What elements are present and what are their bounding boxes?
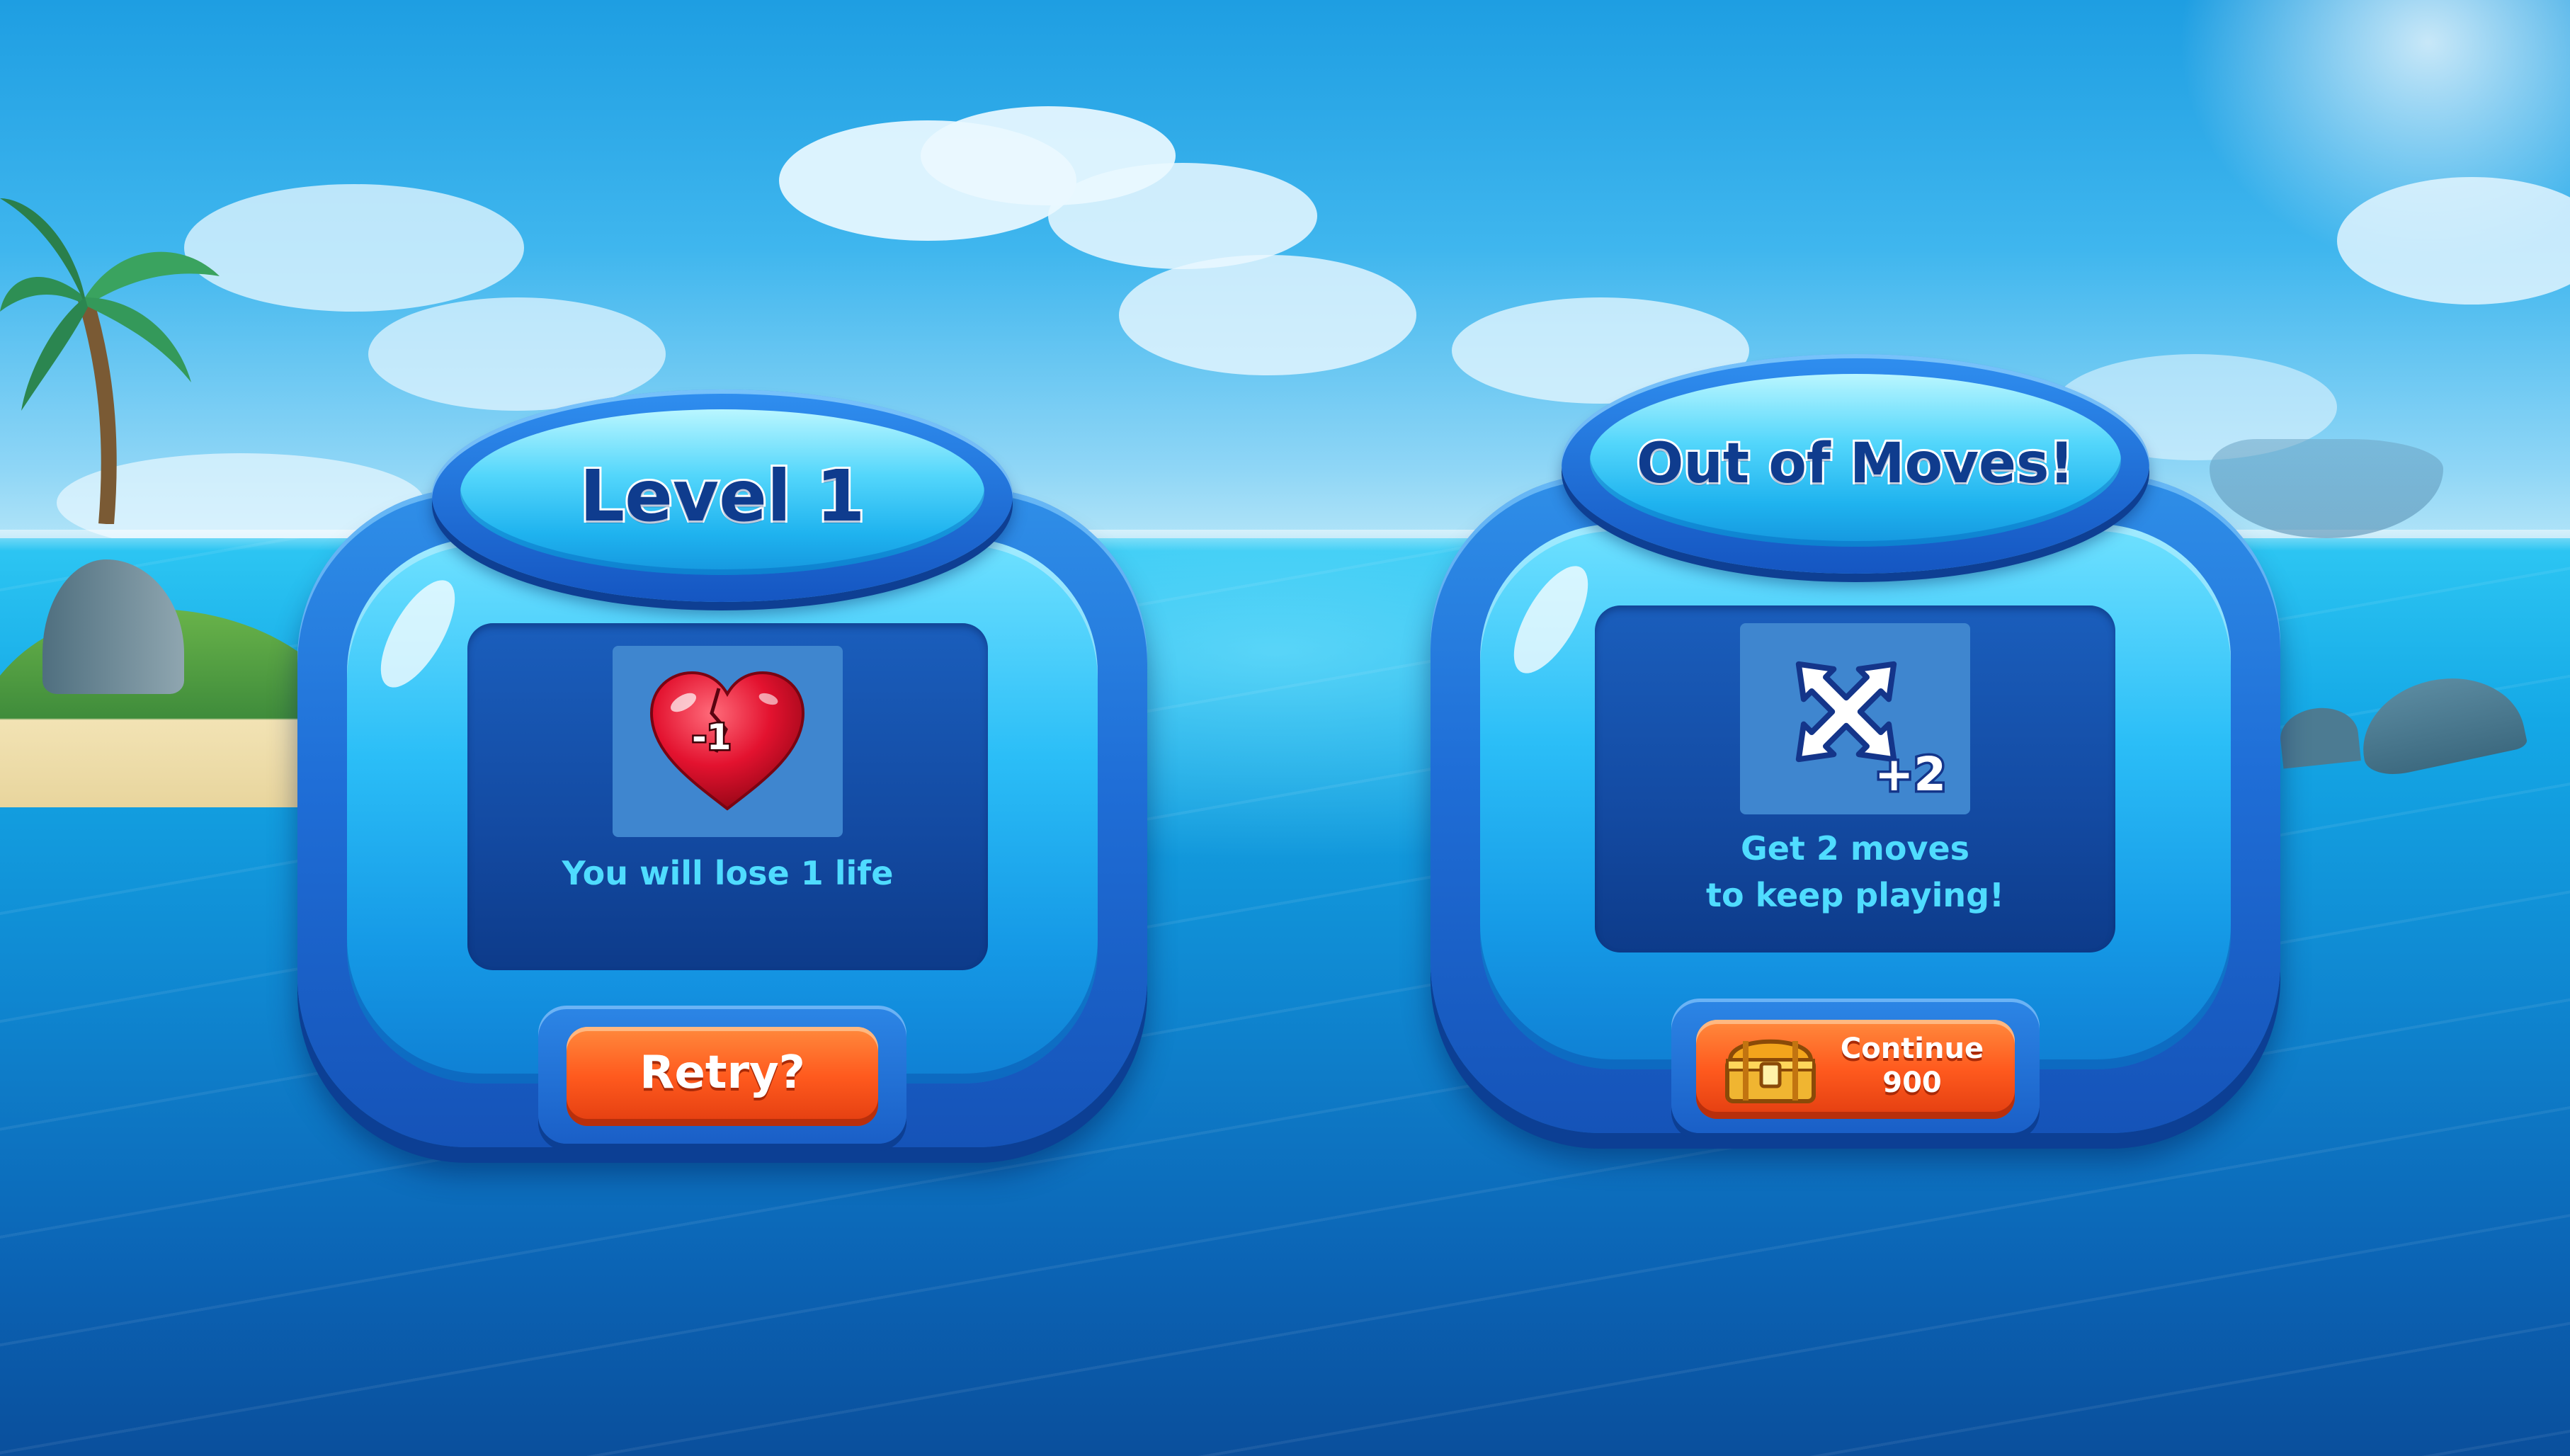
icon-box: +2 bbox=[1740, 623, 1970, 814]
dialog-title: Level 1 bbox=[577, 453, 867, 540]
title-pill: Level 1 bbox=[432, 389, 1013, 602]
dialog-message: Get 2 moves to keep playing! bbox=[1705, 829, 2005, 914]
level-dialog: -1 You will lose 1 life Level 1 Retry? bbox=[297, 389, 1147, 1147]
life-badge: -1 bbox=[690, 715, 734, 760]
retry-button[interactable]: Retry? bbox=[567, 1027, 878, 1126]
continue-button-text: Continue 900 bbox=[1809, 1020, 2015, 1112]
palm-tree bbox=[0, 198, 220, 524]
dialog-screen: -1 You will lose 1 life bbox=[467, 623, 988, 970]
dialog-message: You will lose 1 life bbox=[562, 854, 894, 892]
treasure-chest-icon bbox=[1725, 1039, 1816, 1103]
continue-button-price: 900 bbox=[1882, 1067, 1942, 1099]
out-of-moves-dialog: +2 Get 2 moves to keep playing! Out of M… bbox=[1431, 354, 2280, 1133]
continue-button-label: Continue bbox=[1840, 1033, 1984, 1065]
continue-button[interactable]: Continue 900 bbox=[1696, 1020, 2015, 1119]
title-pill: Out of Moves! bbox=[1562, 354, 2149, 574]
dialog-screen: +2 Get 2 moves to keep playing! bbox=[1595, 605, 2115, 952]
moves-badge: +2 bbox=[1872, 745, 1948, 804]
icon-box: -1 bbox=[613, 646, 843, 837]
dialog-title: Out of Moves! bbox=[1634, 430, 2076, 498]
retry-button-label: Retry? bbox=[639, 1047, 805, 1099]
